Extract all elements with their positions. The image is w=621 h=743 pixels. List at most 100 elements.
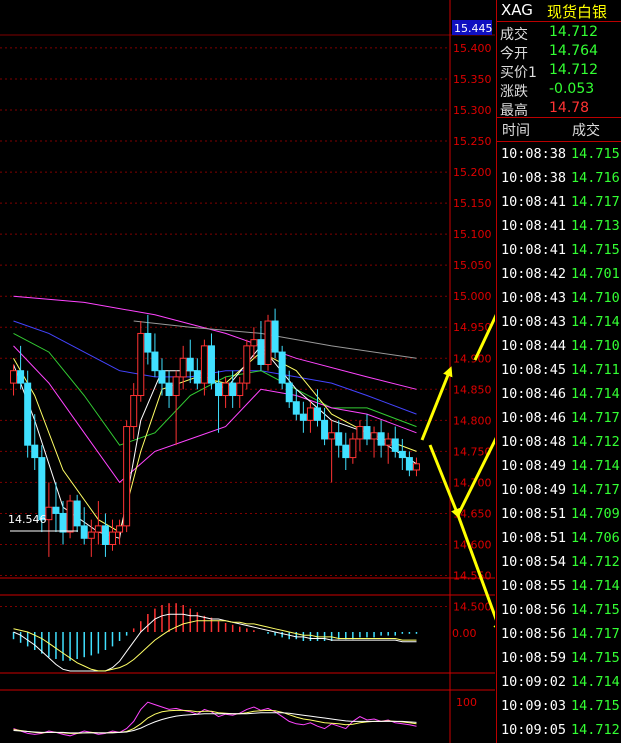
tick-price: 14.715 (571, 698, 620, 714)
tick-row: 10:08:45 14.711 (497, 359, 621, 383)
quote-value: 14.764 (549, 43, 598, 59)
tick-row: 10:08:46 14.717 (497, 407, 621, 431)
candle-body (179, 357, 187, 378)
tick-price: 14.710 (571, 338, 620, 354)
y-tick-label: 15.050 (453, 259, 492, 272)
candle-body (144, 332, 152, 353)
candle-body (222, 382, 230, 397)
annotation-arrow (420, 366, 453, 441)
low-price-label: 14.546 (8, 513, 47, 526)
candle-body (243, 345, 251, 384)
macd-zero-label: 0.00 (452, 627, 477, 640)
quote-row: 成交 14.712 (497, 24, 621, 43)
tick-time: 10:08:51 (501, 506, 567, 522)
tick-price: 14.712 (571, 434, 620, 450)
tick-row: 10:08:56 14.717 (497, 623, 621, 647)
candle-body (137, 332, 145, 397)
candle-body (24, 382, 32, 446)
tick-price: 14.709 (571, 506, 620, 522)
y-tick-label: 15.150 (453, 197, 492, 210)
tick-time: 10:08:55 (501, 578, 567, 594)
quote-label: 买价1 (500, 65, 537, 81)
candle-body (391, 438, 399, 452)
y-tick-label: 15.200 (453, 166, 492, 179)
price-chart[interactable]: 15.400 15.350 15.300 15.250 15.200 15.150 15.1… (0, 0, 495, 743)
ticks-header-time: 时间 (502, 123, 530, 139)
y-tick-label: 15.100 (453, 228, 492, 241)
candle-body (257, 339, 265, 365)
y-tick-label: 15.250 (453, 135, 492, 148)
quote-row: 买价1 14.712 (497, 62, 621, 81)
osc-top-label: 100 (456, 696, 477, 709)
tick-row: 10:09:05 14.712 (497, 719, 621, 743)
candle-body (59, 512, 67, 533)
y-tick-label: 15.350 (453, 73, 492, 86)
candle-body (66, 500, 74, 533)
tick-price: 14.717 (571, 410, 620, 426)
ma-line-magenta_short (13, 345, 417, 484)
quote-label: 涨跌 (500, 84, 528, 100)
tick-time: 10:08:51 (501, 530, 567, 546)
candle-body (342, 444, 350, 459)
tick-price: 14.701 (571, 266, 620, 282)
candle-body (215, 382, 223, 397)
tick-time: 10:08:38 (501, 170, 567, 186)
candle-body (236, 382, 244, 397)
macd-line (13, 620, 417, 672)
candle-body (321, 419, 329, 440)
candle-body (398, 450, 406, 459)
tick-price: 14.716 (571, 170, 620, 186)
tick-time: 10:08:43 (501, 314, 567, 330)
y-tick-label: 14.800 (453, 414, 492, 427)
symbol-code: XAG (501, 1, 533, 19)
tick-time: 10:08:56 (501, 626, 567, 642)
symbol-header: XAG 现货白银 (497, 0, 621, 21)
quote-value: 14.712 (549, 62, 598, 78)
candle-body (80, 525, 88, 539)
tick-price: 14.712 (571, 722, 620, 738)
candle-body (151, 351, 159, 372)
candle-body (116, 525, 124, 533)
quote-value: -0.053 (549, 81, 595, 97)
tick-row: 10:08:49 14.714 (497, 455, 621, 479)
tick-row: 10:08:54 14.712 (497, 551, 621, 575)
tick-time: 10:08:45 (501, 362, 567, 378)
tick-time: 10:08:42 (501, 266, 567, 282)
osc-line (13, 701, 417, 737)
tick-row: 10:08:59 14.715 (497, 647, 621, 671)
tick-row: 10:08:55 14.714 (497, 575, 621, 599)
tick-row: 10:08:49 14.717 (497, 479, 621, 503)
symbol-name: 现货白银 (547, 3, 608, 21)
tick-price: 14.717 (571, 194, 620, 210)
candle-body (412, 463, 420, 471)
candle-body (109, 531, 116, 545)
candle-body (271, 320, 279, 353)
candle-body (10, 370, 18, 384)
tick-price: 14.715 (571, 650, 620, 666)
candle-body (363, 426, 371, 440)
tick-time: 10:08:48 (501, 434, 567, 450)
candle-body (229, 382, 237, 397)
tick-price: 14.717 (571, 482, 620, 498)
candle-body (130, 395, 138, 428)
candle-body (200, 345, 208, 384)
tick-time: 10:08:59 (501, 650, 567, 666)
tick-price: 14.715 (571, 242, 620, 258)
candle-body (328, 432, 336, 440)
candle-body (52, 506, 60, 514)
candle-body (17, 370, 25, 384)
candle-body (186, 357, 194, 372)
candle-body (158, 370, 166, 384)
tick-row: 10:08:46 14.714 (497, 383, 621, 407)
quote-label: 成交 (500, 27, 528, 43)
candle-body (264, 320, 272, 365)
candle-body (101, 525, 109, 545)
candle-body (370, 432, 378, 440)
tick-time: 10:08:56 (501, 602, 567, 618)
tick-time: 10:08:41 (501, 218, 567, 234)
y-tick-label: 15.300 (453, 104, 492, 117)
tick-row: 10:08:56 14.715 (497, 599, 621, 623)
tick-price: 14.715 (571, 146, 620, 162)
ticks-header: 时间 成交 (497, 120, 621, 140)
tick-time: 10:08:38 (501, 146, 567, 162)
